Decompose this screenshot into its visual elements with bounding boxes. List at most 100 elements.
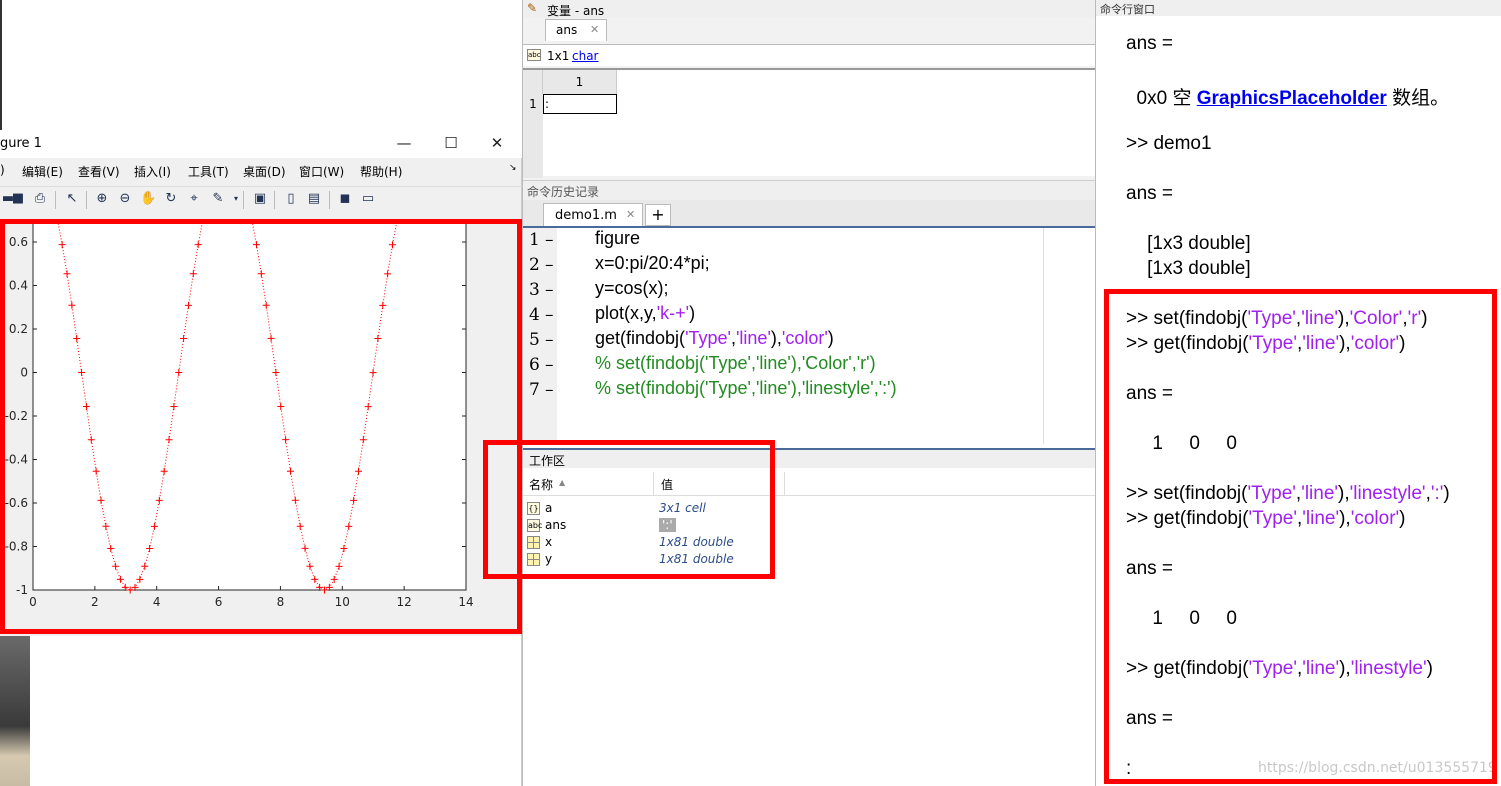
tab-ans[interactable]: ans ✕: [545, 19, 607, 41]
code-line[interactable]: % set(findobj('Type','line'),'linestyle'…: [595, 378, 897, 399]
command-line[interactable]: [1x3 double]: [1126, 233, 1251, 255]
command-history-title: 命令历史记录: [527, 185, 600, 199]
menu-insert[interactable]: 插入(I): [134, 163, 171, 180]
menu-desktop[interactable]: 桌面(D): [243, 163, 286, 180]
annotation-box-plot: [0, 219, 522, 634]
toolbar-separator: [55, 191, 56, 209]
maximize-button[interactable]: ☐: [441, 134, 461, 152]
dock-figure-icon[interactable]: ▭: [360, 191, 376, 207]
line-number: 7: [529, 380, 540, 400]
menu-window[interactable]: 窗口(W): [299, 163, 344, 180]
toolbar-separator: [243, 191, 244, 209]
code-line[interactable]: % set(findobj('Type','line'),'Color','r'…: [595, 353, 876, 374]
cmd-token: [1x3 double]: [1126, 258, 1251, 279]
command-line[interactable]: ans =: [1126, 183, 1173, 205]
command-line[interactable]: ans =: [1126, 33, 1173, 55]
command-line[interactable]: 0x0 空 GraphicsPlaceholder 数组。: [1126, 83, 1450, 110]
zoom-in-icon[interactable]: ⊕: [94, 191, 110, 207]
breakpoint-marker[interactable]: –: [545, 230, 554, 250]
command-window-header: 命令行窗口: [1096, 0, 1501, 16]
figure-menubar: ) 编辑(E) 查看(V) 插入(I) 工具(T) 桌面(D) 窗口(W) 帮助…: [0, 160, 522, 182]
menu-help[interactable]: 帮助(H): [360, 163, 402, 180]
line-number: 1: [529, 230, 540, 250]
command-history-panel: 命令历史记录 demo1.m ✕ + 1– figure 2– x=0:pi/20:4…: [522, 180, 1096, 444]
cmd-token[interactable]: GraphicsPlaceholder: [1197, 88, 1387, 109]
close-icon[interactable]: ✕: [626, 208, 635, 221]
breakpoint-marker[interactable]: –: [545, 380, 554, 400]
code-token: 'line': [735, 328, 771, 348]
breakpoint-marker[interactable]: –: [545, 305, 554, 325]
background-area: [30, 636, 522, 786]
hide-tools-icon[interactable]: ◼: [337, 191, 353, 207]
variable-class-link[interactable]: char: [572, 49, 599, 63]
code-line[interactable]: y=cos(x);: [595, 278, 669, 299]
grid-cell[interactable]: :: [543, 94, 617, 114]
command-line[interactable]: >> demo1: [1126, 133, 1212, 155]
legend-icon[interactable]: ▤: [306, 191, 322, 207]
save-icon[interactable]: ■: [10, 191, 26, 207]
close-button[interactable]: ✕: [487, 134, 507, 152]
code-line[interactable]: plot(x,y,'k-+'): [595, 303, 695, 324]
command-window-title: 命令行窗口: [1100, 3, 1155, 16]
brush-icon[interactable]: ✎: [210, 191, 226, 207]
code-token: 'Type': [685, 328, 731, 348]
code-line[interactable]: get(findobj('Type','line'),'color'): [595, 328, 834, 349]
window-edge: [0, 0, 2, 130]
link-plot-icon[interactable]: ▣: [252, 191, 268, 207]
figure-titlebar: gure 1 — ☐ ✕: [0, 130, 522, 158]
background-area: [0, 0, 522, 130]
variable-editor-icon: ✎: [527, 1, 538, 15]
code-token: x=0:pi/20:4*pi;: [595, 253, 710, 273]
breakpoint-marker[interactable]: –: [545, 255, 554, 275]
cmd-token: 0x0 空: [1126, 88, 1197, 109]
code-token: % set(findobj('Type','line'),'linestyle'…: [595, 378, 897, 398]
chevron-down-icon[interactable]: ▾: [228, 191, 244, 207]
right-margin-line: [1043, 228, 1044, 444]
menu-edit[interactable]: 编辑(E): [22, 163, 63, 180]
breakpoint-marker[interactable]: –: [545, 330, 554, 350]
row-header-gutter: [523, 114, 543, 178]
close-icon[interactable]: ✕: [590, 23, 599, 36]
breakpoint-marker[interactable]: –: [545, 280, 554, 300]
variable-grid: 1 1 :: [523, 68, 1096, 178]
code-token: 'k-+': [656, 303, 690, 323]
column-header[interactable]: 1: [543, 70, 617, 94]
rotate-icon[interactable]: ↻: [163, 191, 179, 207]
variable-info-bar: abc 1x1 char: [523, 44, 1096, 66]
toolbar-separator: [274, 191, 275, 209]
editor-tabs: demo1.m ✕ +: [523, 200, 1096, 228]
variable-editor: ✎ 变量 - ans ans ✕ abc 1x1 char 1 1 :: [522, 0, 1096, 180]
code-line[interactable]: figure: [595, 228, 640, 249]
variable-editor-header: ✎ 变量 - ans: [523, 0, 1096, 18]
figure-toolbar: ▬ ■ ⎙ ↖ ⊕ ⊖ ✋ ↻ ⌖ ✎ ▾ ▣ ▯ ▤ ◼ ▭: [0, 186, 522, 212]
annotation-box-workspace: [483, 440, 775, 579]
zoom-out-icon[interactable]: ⊖: [117, 191, 133, 207]
cmd-token: ans =: [1126, 33, 1174, 54]
line-number: 4: [529, 305, 540, 325]
menu-tools[interactable]: 工具(T): [188, 163, 229, 180]
row-header[interactable]: 1: [523, 94, 543, 114]
pan-icon[interactable]: ✋: [140, 191, 156, 207]
menu-file-partial[interactable]: ): [0, 163, 5, 177]
menu-view[interactable]: 查看(V): [78, 163, 120, 180]
command-line[interactable]: [1x3 double]: [1126, 258, 1251, 280]
cmd-token: ans =: [1126, 183, 1174, 204]
code-token: ): [689, 303, 696, 323]
variable-size: 1x1: [547, 49, 570, 63]
data-cursor-icon[interactable]: ⌖: [186, 191, 202, 207]
add-tab-button[interactable]: +: [645, 204, 671, 226]
minimize-button[interactable]: —: [394, 134, 414, 152]
variable-editor-title: 变量 - ans: [547, 4, 605, 18]
code-token: y=cos(x);: [595, 278, 669, 298]
tab-demo1[interactable]: demo1.m ✕: [543, 203, 643, 226]
colorbar-icon[interactable]: ▯: [283, 191, 299, 207]
dock-arrow-icon[interactable]: ↘: [509, 163, 517, 173]
toolbar-separator: [329, 191, 330, 209]
code-token: ): [827, 328, 834, 348]
code-line[interactable]: x=0:pi/20:4*pi;: [595, 253, 710, 274]
breakpoint-marker[interactable]: –: [545, 355, 554, 375]
column-divider: [784, 472, 785, 496]
pointer-icon[interactable]: ↖: [64, 191, 80, 207]
print-icon[interactable]: ⎙: [32, 191, 48, 207]
char-icon: abc: [527, 49, 541, 61]
